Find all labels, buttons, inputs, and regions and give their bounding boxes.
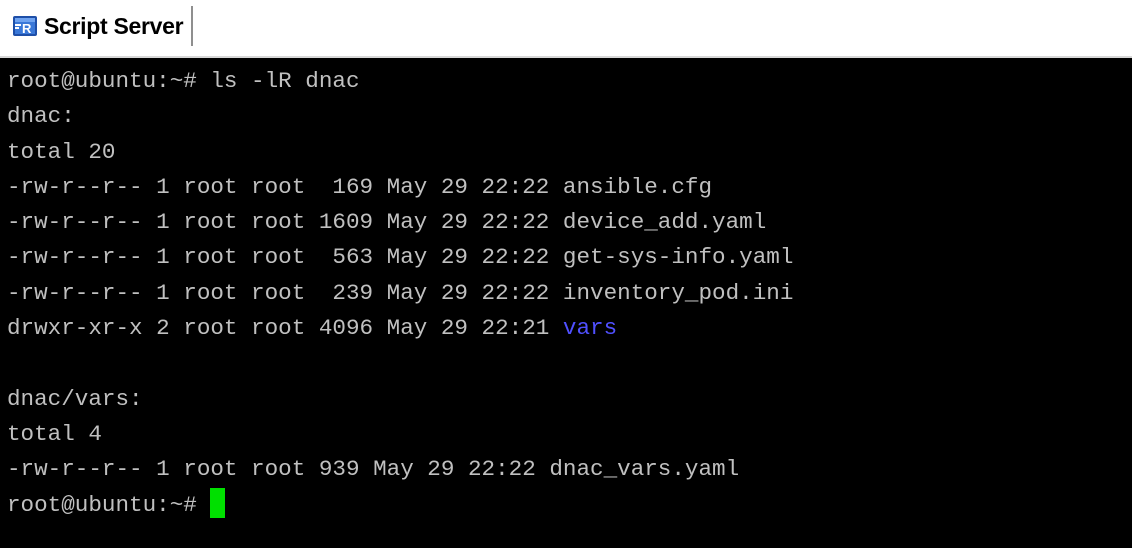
- text-cursor: [210, 487, 226, 518]
- terminal-line: root@ubuntu:~# ls -lR dnac: [7, 68, 360, 94]
- svg-text:R: R: [22, 21, 32, 36]
- terminal-lines: root@ubuntu:~# ls -lR dnac dnac: total 2…: [7, 64, 793, 523]
- terminal-line: drwxr-xr-x 2 root root 4096 May 29 22:21…: [7, 311, 793, 346]
- putty-terminal-icon: R: [12, 13, 38, 39]
- app-title: Script Server: [44, 12, 184, 39]
- prompt-line[interactable]: root@ubuntu:~#: [7, 487, 793, 523]
- terminal-line: -rw-r--r-- 1 root root 1609 May 29 22:22…: [7, 209, 767, 236]
- terminal-line: total 20: [7, 138, 116, 165]
- terminal-line: -rw-r--r-- 1 root root 939 May 29 22:22 …: [7, 456, 740, 483]
- line-prefix: drwxr-xr-x 2 root root 4096 May 29 22:21: [7, 315, 563, 342]
- terminal-line: -rw-r--r-- 1 root root 169 May 29 22:22 …: [7, 173, 713, 200]
- directory-name: vars: [562, 315, 618, 342]
- terminal-line: dnac:: [7, 103, 75, 130]
- shell-prompt: root@ubuntu:~#: [7, 491, 211, 518]
- terminal-line: -rw-r--r-- 1 root root 239 May 29 22:22 …: [7, 279, 794, 306]
- terminal-line: dnac/vars:: [7, 385, 143, 412]
- terminal-output[interactable]: root@ubuntu:~# ls -lR dnac dnac: total 2…: [0, 56, 1132, 548]
- title-bar: R Script Server: [0, 0, 1132, 52]
- app-tab[interactable]: R Script Server: [6, 6, 194, 46]
- terminal-line: -rw-r--r-- 1 root root 563 May 29 22:22 …: [7, 244, 794, 271]
- terminal-line: total 4: [7, 420, 102, 447]
